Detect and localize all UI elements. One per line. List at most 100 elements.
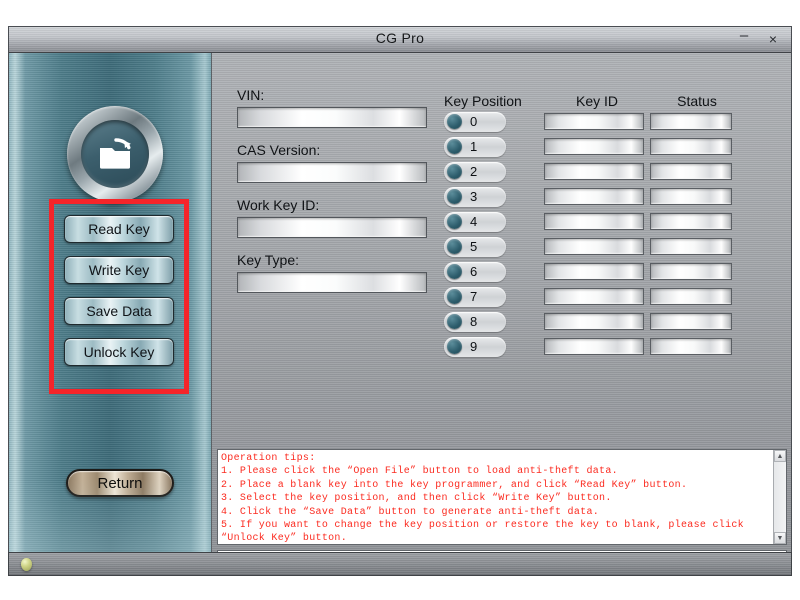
key-position-number: 0	[470, 114, 478, 129]
field-group-cas-version: CAS Version:	[237, 142, 427, 183]
key-position-led-icon	[447, 114, 462, 129]
key-table-row: 7	[444, 284, 744, 309]
save-data-button[interactable]: Save Data	[64, 297, 174, 325]
key-table-row: 1	[444, 134, 744, 159]
key-position-selector[interactable]: 8	[444, 311, 506, 332]
app-root: CG Pro – × Read Key Write Key Save Data …	[0, 0, 800, 600]
key-id-cell	[544, 113, 644, 130]
unlock-key-button[interactable]: Unlock Key	[64, 338, 174, 366]
field-group-vin: VIN:	[237, 87, 427, 128]
key-position-selector[interactable]: 5	[444, 236, 506, 257]
key-position-number: 8	[470, 314, 478, 329]
status-input[interactable]	[650, 188, 732, 205]
window-title: CG Pro	[375, 30, 425, 46]
key-id-input[interactable]	[544, 138, 644, 155]
return-button[interactable]: Return	[66, 469, 174, 497]
key-position-selector[interactable]: 7	[444, 286, 506, 307]
main-panel: VIN: CAS Version: Work Key ID: Key Type:	[212, 53, 791, 569]
header-key-id: Key ID	[575, 93, 618, 109]
status-cell	[650, 288, 732, 305]
key-position-selector[interactable]: 3	[444, 186, 506, 207]
status-input[interactable]	[650, 338, 732, 355]
key-id-input[interactable]	[544, 313, 644, 330]
status-cell	[650, 238, 732, 255]
status-bar	[8, 552, 792, 576]
key-id-input[interactable]	[544, 238, 644, 255]
open-file-button[interactable]	[67, 106, 163, 202]
key-table: Key Position Key ID Status 0 1 2 3 4 5 6 7 8 9	[444, 87, 744, 359]
open-folder-icon	[100, 138, 131, 169]
key-id-cell	[544, 238, 644, 255]
operation-tips-text: Operation tips: 1. Please click the “Ope…	[221, 453, 744, 545]
key-position-led-icon	[447, 264, 462, 279]
action-button-group: Read Key Write Key Save Data Unlock Key	[64, 215, 174, 366]
key-position-led-icon	[447, 314, 462, 329]
key-position-selector[interactable]: 4	[444, 211, 506, 232]
key-id-input[interactable]	[544, 263, 644, 280]
key-table-row: 4	[444, 209, 744, 234]
key-position-selector[interactable]: 2	[444, 161, 506, 182]
field-group-work-key-id: Work Key ID:	[237, 197, 427, 238]
key-id-input[interactable]	[544, 338, 644, 355]
minimize-button[interactable]: –	[736, 26, 752, 46]
key-id-input[interactable]	[544, 113, 644, 130]
header-key-position: Key Position	[444, 93, 522, 109]
key-position-led-icon	[447, 189, 462, 204]
key-position-number: 2	[470, 164, 478, 179]
key-position-selector[interactable]: 0	[444, 111, 506, 132]
key-type-input[interactable]	[237, 272, 427, 293]
tips-scrollbar[interactable]: ▲ ▼	[773, 450, 786, 544]
work-key-id-input[interactable]	[237, 217, 427, 238]
vehicle-info-form: VIN: CAS Version: Work Key ID: Key Type:	[237, 87, 427, 307]
status-cell	[650, 138, 732, 155]
scroll-down-icon[interactable]: ▼	[774, 532, 786, 544]
key-position-selector[interactable]: 1	[444, 136, 506, 157]
key-type-label: Key Type:	[237, 252, 300, 268]
status-input[interactable]	[650, 213, 732, 230]
status-input[interactable]	[650, 288, 732, 305]
key-position-number: 7	[470, 289, 478, 304]
key-position-selector[interactable]: 9	[444, 336, 506, 357]
window-body: Read Key Write Key Save Data Unlock Key …	[9, 53, 791, 569]
vin-label: VIN:	[237, 87, 265, 103]
key-table-row: 3	[444, 184, 744, 209]
key-table-row: 9	[444, 334, 744, 359]
key-position-number: 3	[470, 189, 478, 204]
status-input[interactable]	[650, 238, 732, 255]
status-input[interactable]	[650, 263, 732, 280]
key-table-row: 5	[444, 234, 744, 259]
key-id-input[interactable]	[544, 163, 644, 180]
left-sidebar: Read Key Write Key Save Data Unlock Key …	[9, 53, 212, 569]
key-position-led-icon	[447, 289, 462, 304]
write-key-button[interactable]: Write Key	[64, 256, 174, 284]
close-button[interactable]: ×	[765, 29, 781, 49]
application-window: CG Pro – × Read Key Write Key Save Data …	[8, 26, 792, 569]
key-table-row: 6	[444, 259, 744, 284]
key-position-led-icon	[447, 214, 462, 229]
key-id-cell	[544, 263, 644, 280]
status-input[interactable]	[650, 138, 732, 155]
field-group-key-type: Key Type:	[237, 252, 427, 293]
status-input[interactable]	[650, 113, 732, 130]
status-input[interactable]	[650, 163, 732, 180]
key-table-body: 0 1 2 3 4 5 6 7 8 9	[444, 109, 744, 359]
scroll-up-icon[interactable]: ▲	[774, 450, 786, 462]
key-position-led-icon	[447, 164, 462, 179]
open-file-button-inner	[81, 120, 149, 188]
status-cell	[650, 313, 732, 330]
key-id-input[interactable]	[544, 288, 644, 305]
read-key-button[interactable]: Read Key	[64, 215, 174, 243]
key-id-cell	[544, 163, 644, 180]
status-input[interactable]	[650, 313, 732, 330]
key-position-number: 6	[470, 264, 478, 279]
cas-version-input[interactable]	[237, 162, 427, 183]
status-cell	[650, 113, 732, 130]
key-id-cell	[544, 213, 644, 230]
status-cell	[650, 213, 732, 230]
vin-input[interactable]	[237, 107, 427, 128]
key-id-input[interactable]	[544, 213, 644, 230]
key-table-header: Key Position Key ID Status	[444, 87, 744, 109]
key-id-input[interactable]	[544, 188, 644, 205]
key-id-cell	[544, 313, 644, 330]
key-position-selector[interactable]: 6	[444, 261, 506, 282]
